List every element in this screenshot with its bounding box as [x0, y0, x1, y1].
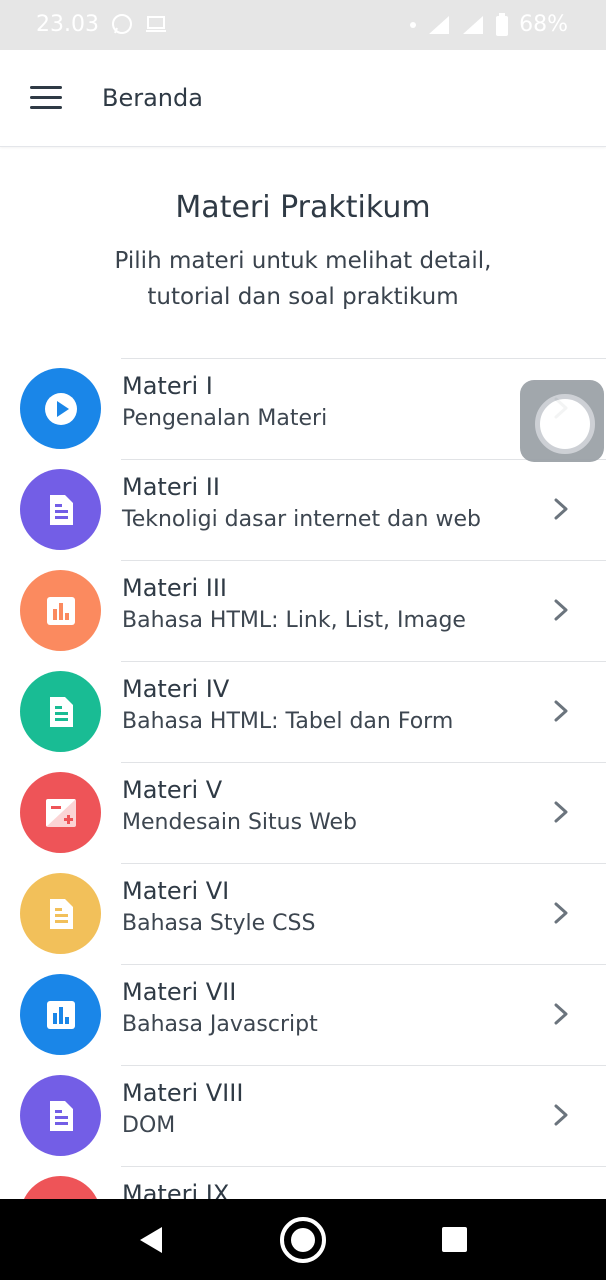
list-item[interactable]: Materi VIII DOM: [0, 1065, 606, 1166]
list-item[interactable]: Materi VI Bahasa Style CSS: [0, 863, 606, 964]
image-plus-icon: [20, 772, 101, 853]
document-icon: [20, 1075, 101, 1156]
battery-percent: 68%: [519, 12, 568, 37]
page-header: Materi Praktikum Pilih materi untuk meli…: [0, 190, 606, 315]
page-subtitle: Pilih materi untuk melihat detail, tutor…: [0, 243, 606, 315]
app-title: Beranda: [102, 84, 203, 112]
item-title: Materi VI: [122, 877, 230, 905]
dot-icon: [410, 21, 417, 28]
subtitle-line-1: Pilih materi untuk melihat detail,: [114, 248, 492, 274]
bar-chart-icon: [20, 974, 101, 1055]
play-icon: [20, 368, 101, 449]
navigation-bar: [0, 1199, 606, 1280]
item-title: Materi II: [122, 473, 220, 501]
list-item[interactable]: Materi V Mendesain Situs Web: [0, 762, 606, 863]
recents-icon[interactable]: [442, 1227, 467, 1252]
whatsapp-icon: [112, 14, 132, 34]
signal-4g-icon: [463, 15, 484, 34]
item-title: Materi VIII: [122, 1079, 244, 1107]
item-title: Materi IV: [122, 675, 230, 703]
item-title: Materi I: [122, 372, 213, 400]
signal-icon: [429, 15, 450, 34]
item-subtitle: Bahasa Style CSS: [122, 911, 316, 936]
item-title: Materi III: [122, 574, 227, 602]
materi-list: Materi I Pengenalan Materi Materi II Teknol…: [0, 358, 606, 1267]
bar-chart-icon: [20, 570, 101, 651]
chevron-right-icon: [554, 700, 568, 722]
chevron-right-icon: [554, 1003, 568, 1025]
chevron-right-icon: [554, 801, 568, 823]
home-icon[interactable]: [279, 1216, 327, 1264]
battery-icon: [496, 12, 509, 36]
item-subtitle: Bahasa HTML: Tabel dan Form: [122, 709, 454, 734]
item-title: Materi VII: [122, 978, 237, 1006]
list-item[interactable]: Materi I Pengenalan Materi: [0, 358, 606, 459]
document-icon: [20, 469, 101, 550]
chevron-right-icon: [554, 498, 568, 520]
item-subtitle: Mendesain Situs Web: [122, 810, 358, 835]
list-item[interactable]: Materi VII Bahasa Javascript: [0, 964, 606, 1065]
status-time: 23.03: [36, 12, 99, 37]
back-icon[interactable]: [138, 1226, 164, 1254]
document-icon: [20, 671, 101, 752]
chevron-right-icon: [554, 599, 568, 621]
list-item[interactable]: Materi II Teknoligi dasar internet dan we…: [0, 459, 606, 560]
item-title: Materi V: [122, 776, 223, 804]
page-title: Materi Praktikum: [175, 190, 431, 225]
subtitle-line-2: tutorial dan soal praktikum: [147, 284, 459, 310]
list-item[interactable]: Materi IV Bahasa HTML: Tabel dan Form: [0, 661, 606, 762]
document-icon: [20, 873, 101, 954]
list-item[interactable]: Materi III Bahasa HTML: Link, List, Image: [0, 560, 606, 661]
app-bar: Beranda: [0, 50, 606, 147]
assistive-touch-icon: [535, 394, 595, 454]
item-subtitle: Pengenalan Materi: [122, 406, 328, 431]
chevron-right-icon: [554, 1104, 568, 1126]
chevron-right-icon: [554, 902, 568, 924]
status-bar: 23.03 68%: [0, 0, 606, 50]
item-subtitle: DOM: [122, 1113, 176, 1138]
item-subtitle: Bahasa HTML: Link, List, Image: [122, 608, 466, 633]
floating-assistive-button[interactable]: [520, 380, 604, 462]
item-subtitle: Teknoligi dasar internet dan web: [122, 507, 481, 532]
item-subtitle: Bahasa Javascript: [122, 1012, 318, 1037]
laptop-icon: [146, 16, 166, 32]
menu-icon[interactable]: [30, 86, 64, 112]
